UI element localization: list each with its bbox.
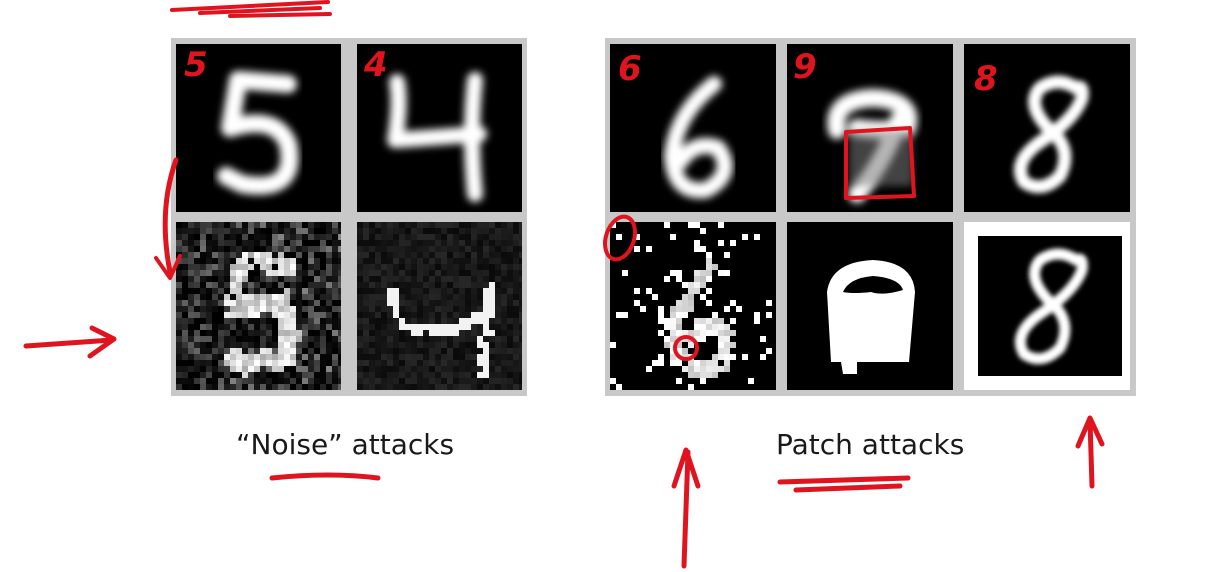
top-scribble-mark [170, 0, 332, 18]
handwritten-label-9: 9 [793, 47, 817, 87]
patch-attacks-caption: Patch attacks [776, 428, 965, 461]
noise-caption-underline [269, 472, 381, 481]
digit-4-noise-attack-image [357, 222, 522, 390]
handwritten-label-4: 4 [364, 45, 388, 85]
digit-8-inner-frame [978, 236, 1122, 376]
up-arrow-right-icon [1075, 415, 1105, 489]
handwritten-label-6: 6 [618, 49, 642, 89]
digit-9-patch-attack-image [787, 222, 953, 390]
noise-attacks-panel [171, 38, 527, 396]
handwritten-label-8: 8 [974, 59, 998, 99]
patch-caption-underline [777, 475, 911, 493]
digit-5-noise-attack-image [176, 222, 341, 390]
left-arrow-icon [23, 325, 117, 359]
digit-6-patch-attack-image [610, 222, 776, 390]
handwritten-label-5: 5 [184, 45, 208, 85]
patch-attacks-panel [605, 38, 1136, 396]
up-arrow-left-icon [671, 447, 701, 569]
digit-8-patch-attack-image [964, 222, 1130, 390]
noise-attacks-caption: “Noise” attacks [236, 428, 455, 461]
